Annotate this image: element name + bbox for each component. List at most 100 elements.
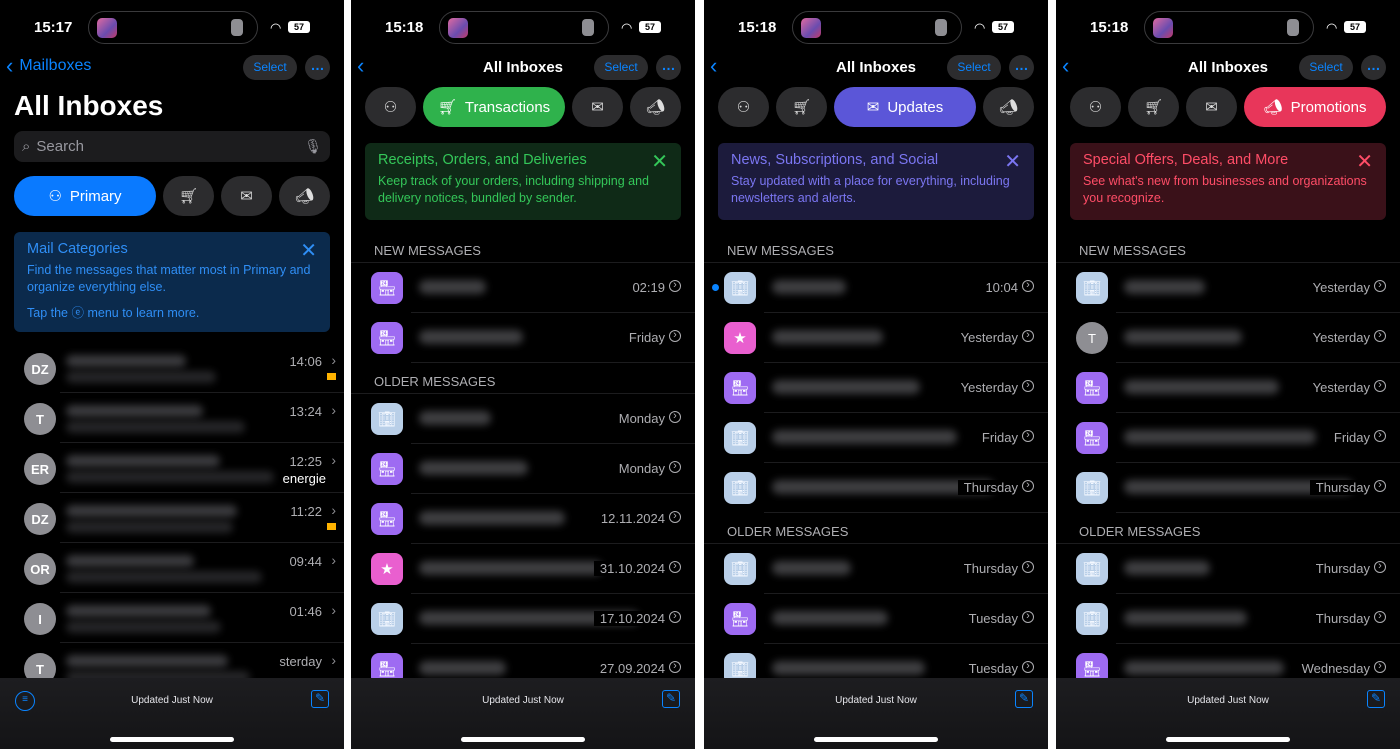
chevron-circle-icon[interactable]: › bbox=[669, 280, 681, 292]
chevron-circle-icon[interactable]: › bbox=[1022, 480, 1034, 492]
message-row[interactable]: 🏢︎ Thursday › bbox=[1076, 594, 1400, 644]
select-button[interactable]: Select bbox=[594, 55, 648, 80]
chevron-circle-icon[interactable]: › bbox=[1022, 280, 1034, 292]
message-row[interactable]: 🏪︎ Friday › bbox=[1076, 413, 1400, 463]
more-button[interactable]: … bbox=[1361, 55, 1386, 80]
message-row[interactable]: 🏪︎ Yesterday › bbox=[1076, 363, 1400, 413]
message-row[interactable]: 🏪︎ Yesterday › bbox=[724, 363, 1048, 413]
compose-button[interactable]: ✎ bbox=[1015, 690, 1033, 708]
message-row[interactable]: T Yesterday › bbox=[1076, 313, 1400, 363]
search-input[interactable]: ⌕ Search 🎙︎ bbox=[14, 131, 330, 162]
close-banner-button[interactable]: ✕ bbox=[1356, 149, 1373, 174]
select-button[interactable]: Select bbox=[947, 55, 1001, 80]
nav-bar: ‹ Mailboxes Select … bbox=[0, 54, 344, 82]
chevron-circle-icon[interactable]: › bbox=[1022, 661, 1034, 673]
message-row[interactable]: 🏪︎ 12.11.2024 › bbox=[371, 494, 695, 544]
message-row[interactable]: 🏢︎ 10:04 › bbox=[712, 263, 1048, 313]
close-banner-button[interactable]: ✕ bbox=[1004, 149, 1021, 174]
message-row[interactable]: 🏢︎ Friday › bbox=[724, 413, 1048, 463]
tab-updates[interactable]: ✉ bbox=[221, 176, 272, 216]
message-time: Friday bbox=[622, 330, 665, 345]
message-row[interactable]: T 13:24 › bbox=[24, 393, 344, 443]
message-row[interactable]: OR 09:44 › bbox=[24, 543, 344, 593]
back-button[interactable]: ‹ Mailboxes bbox=[6, 55, 91, 77]
tab-primary[interactable]: ⚇ Primary bbox=[14, 176, 156, 216]
chevron-circle-icon[interactable]: › bbox=[669, 611, 681, 623]
section-header: OLDER MESSAGES bbox=[704, 513, 1048, 544]
select-button[interactable]: Select bbox=[1299, 55, 1353, 80]
chevron-circle-icon[interactable]: › bbox=[1022, 330, 1034, 342]
select-button[interactable]: Select bbox=[243, 55, 297, 80]
blurred-sender bbox=[1124, 330, 1242, 344]
compose-button[interactable]: ✎ bbox=[662, 690, 680, 708]
chevron-circle-icon[interactable]: › bbox=[1022, 561, 1034, 573]
chevron-circle-icon[interactable]: › bbox=[1374, 330, 1386, 342]
tab-primary[interactable]: ⚇ bbox=[365, 87, 416, 127]
tab-transactions[interactable]: 🛒︎ bbox=[1128, 87, 1179, 127]
chevron-circle-icon[interactable]: › bbox=[1022, 611, 1034, 623]
tab-updates[interactable]: ✉ bbox=[572, 87, 623, 127]
message-row[interactable]: 🏢︎ Thursday › bbox=[724, 544, 1048, 594]
message-row[interactable]: 🏪︎ Monday › bbox=[371, 444, 695, 494]
message-row[interactable]: 🏢︎ 17.10.2024 › bbox=[371, 594, 695, 644]
tab-promotions[interactable]: 📣︎ bbox=[630, 87, 681, 127]
message-row[interactable]: 🏢︎ Monday › bbox=[371, 394, 695, 444]
message-row[interactable]: 🏪︎ Tuesday › bbox=[724, 594, 1048, 644]
dynamic-island bbox=[792, 11, 962, 44]
tab-promotions[interactable]: 📣︎ bbox=[279, 176, 330, 216]
status-time: 15:17 bbox=[34, 19, 73, 36]
message-row[interactable]: 🏢︎ Yesterday › bbox=[1076, 263, 1400, 313]
compose-button[interactable]: ✎ bbox=[311, 690, 329, 708]
message-row[interactable]: 🏪︎ Friday › bbox=[371, 313, 695, 363]
blurred-sender bbox=[419, 561, 602, 575]
tab-transactions[interactable]: 🛒︎ bbox=[776, 87, 827, 127]
message-row[interactable]: DZ 14:06 › bbox=[24, 343, 344, 393]
chevron-right-icon: › bbox=[331, 352, 336, 368]
chevron-circle-icon[interactable]: › bbox=[669, 511, 681, 523]
message-row[interactable]: 🏢︎ Thursday › bbox=[724, 463, 1048, 513]
chevron-circle-icon[interactable]: › bbox=[1374, 611, 1386, 623]
message-row[interactable]: ★ 31.10.2024 › bbox=[371, 544, 695, 594]
chevron-circle-icon[interactable]: › bbox=[1374, 561, 1386, 573]
compose-button[interactable]: ✎ bbox=[1367, 690, 1385, 708]
chevron-circle-icon[interactable]: › bbox=[669, 661, 681, 673]
tab-transactions[interactable]: 🛒︎ bbox=[163, 176, 214, 216]
chevron-circle-icon[interactable]: › bbox=[1374, 280, 1386, 292]
tab-primary[interactable]: ⚇ bbox=[718, 87, 769, 127]
tab-label: Promotions bbox=[1290, 98, 1367, 116]
chevron-circle-icon[interactable]: › bbox=[669, 561, 681, 573]
message-row[interactable]: I 01:46 › bbox=[24, 593, 344, 643]
chevron-circle-icon[interactable]: › bbox=[1022, 430, 1034, 442]
more-button[interactable]: … bbox=[305, 55, 330, 80]
chevron-circle-icon[interactable]: › bbox=[1374, 380, 1386, 392]
tab-promotions[interactable]: 📣︎ bbox=[983, 87, 1034, 127]
more-button[interactable]: … bbox=[1009, 55, 1034, 80]
message-row[interactable]: ★ Yesterday › bbox=[724, 313, 1048, 363]
message-row[interactable]: 🏢︎ Thursday › bbox=[1076, 463, 1400, 513]
chevron-circle-icon[interactable]: › bbox=[1022, 380, 1034, 392]
more-button[interactable]: … bbox=[656, 55, 681, 80]
tab-updates[interactable]: ✉ Updates bbox=[834, 87, 976, 127]
message-row[interactable]: DZ 11:22 › bbox=[24, 493, 344, 543]
chevron-circle-icon[interactable]: › bbox=[1374, 661, 1386, 673]
tab-transactions[interactable]: 🛒︎ Transactions bbox=[423, 87, 565, 127]
message-row[interactable]: ER 12:25 › energie bbox=[24, 443, 344, 493]
chevron-circle-icon[interactable]: › bbox=[1374, 480, 1386, 492]
close-banner-button[interactable]: ✕ bbox=[651, 149, 668, 174]
message-row[interactable]: 🏢︎ Thursday › bbox=[1076, 544, 1400, 594]
category-info-banner: Mail Categories Find the messages that ma… bbox=[14, 232, 330, 332]
tab-label: Transactions bbox=[464, 98, 551, 116]
close-banner-button[interactable]: ✕ bbox=[300, 238, 317, 263]
message-time: Tuesday bbox=[962, 661, 1018, 676]
chevron-circle-icon[interactable]: › bbox=[669, 411, 681, 423]
message-row[interactable]: 🏪︎ 02:19 › bbox=[371, 263, 695, 313]
section-header: NEW MESSAGES bbox=[704, 235, 1048, 263]
chevron-circle-icon[interactable]: › bbox=[1374, 430, 1386, 442]
chevron-circle-icon[interactable]: › bbox=[669, 330, 681, 342]
chevron-circle-icon[interactable]: › bbox=[669, 461, 681, 473]
microphone-icon[interactable]: 🎙︎ bbox=[304, 138, 322, 155]
message-time: 12:25 bbox=[283, 454, 322, 469]
tab-promotions[interactable]: 📣︎ Promotions bbox=[1244, 87, 1386, 127]
tab-primary[interactable]: ⚇ bbox=[1070, 87, 1121, 127]
tab-updates[interactable]: ✉ bbox=[1186, 87, 1237, 127]
